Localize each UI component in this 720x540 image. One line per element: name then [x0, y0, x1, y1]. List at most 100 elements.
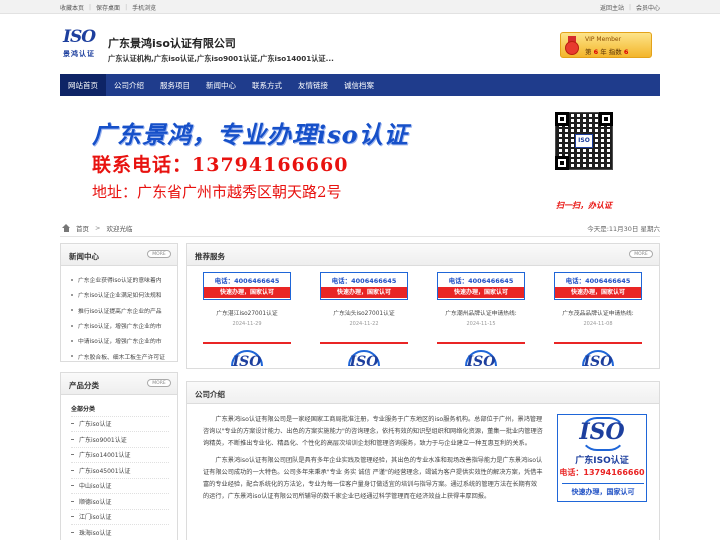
divider: |: [89, 3, 92, 11]
service-card[interactable]: 电话：4006466645 快速办理，国家认可 广东茂品品牌认证申请热线: 202…: [554, 272, 642, 327]
nav-contact[interactable]: 联系方式: [244, 74, 290, 96]
logo-sub-text: 景鸿认证: [63, 50, 95, 58]
qr-corner: [599, 112, 613, 126]
site-logo[interactable]: ISO 景鸿认证: [63, 28, 103, 68]
nav-news[interactable]: 新闻中心: [198, 74, 244, 96]
about-text: 广东景鸿iso认证有限公司是一家经国家工商局批准注册，专业服务于广东地区的iso…: [203, 414, 543, 509]
list-item[interactable]: 江门iso认证: [71, 510, 169, 525]
breadcrumb: 首页 > 欢迎光临 今天是:11月30日 星期六: [60, 221, 660, 235]
hero-banner: 广东景鸿，专业办理iso认证 联系电话：13794166660 地址：广东省广州…: [60, 108, 660, 212]
service-name[interactable]: 广东湛江iso27001认证: [203, 308, 291, 317]
service-image[interactable]: ISO: [554, 342, 642, 366]
news-more-button[interactable]: MORE: [147, 250, 171, 258]
qr-corner: [555, 112, 569, 126]
about-image-logo: ISO: [579, 419, 625, 445]
list-item[interactable]: 中山iso认证: [71, 479, 169, 494]
service-image[interactable]: ISO: [437, 342, 525, 366]
category-panel-header: 产品分类 MORE: [61, 373, 177, 395]
list-item[interactable]: 广东iso认证企业满足如何法规和: [71, 287, 169, 302]
list-item[interactable]: 广东企业获得iso认证的意味着内: [71, 272, 169, 287]
top-utility-bar: 收藏本页 | 保存桌面 | 手机浏览 返回主站 | 会员中心: [0, 0, 720, 14]
service-name[interactable]: 广东汕头iso27001认证: [320, 308, 408, 317]
service-image[interactable]: 电话：4006466645 快速办理，国家认可: [320, 272, 408, 300]
bookmark-link[interactable]: 收藏本页: [60, 3, 84, 12]
services-panel-header: 推荐服务 MORE: [187, 244, 659, 266]
main-site-link[interactable]: 返回主站: [600, 3, 624, 12]
about-image-title: 广东ISO认证: [575, 456, 629, 466]
about-panel-header: 公司介绍: [187, 382, 659, 404]
qr-caption: 扫一扫，办认证: [556, 201, 612, 210]
home-icon: [62, 224, 71, 232]
service-image[interactable]: ISO: [203, 342, 291, 366]
category-more-button[interactable]: MORE: [147, 379, 171, 387]
service-name[interactable]: 广东茂品品牌认证申请热线:: [554, 308, 642, 317]
about-image: ISO 广东ISO认证 电话：13794166660 快速办理，国家认可: [557, 414, 647, 502]
services-panel: 推荐服务 MORE 电话：4006466645 快速办理，国家认可 广东湛江iso…: [186, 243, 660, 369]
list-item[interactable]: 推行iso认证提高广东企业的产品: [71, 303, 169, 318]
service-date: 2024-11-15: [466, 321, 496, 327]
nav-credit[interactable]: 诚信档案: [336, 74, 382, 96]
current-date: 今天是:11月30日 星期六: [587, 225, 660, 233]
banner-address: 地址：广东省广州市越秀区朝天路2号: [92, 183, 342, 201]
divider: [60, 236, 660, 237]
about-panel-title: 公司介绍: [195, 390, 225, 399]
breadcrumb-home[interactable]: 首页: [76, 223, 89, 233]
services-more-button[interactable]: MORE: [629, 250, 653, 258]
news-panel: 新闻中心 MORE 广东企业获得iso认证的意味着内 广东iso认证企业满足如何…: [60, 243, 178, 362]
service-image[interactable]: 电话：4006466645 快速办理，国家认可: [554, 272, 642, 300]
news-list: 广东企业获得iso认证的意味着内 广东iso认证企业满足如何法规和 推行iso认…: [61, 266, 177, 364]
vip-title: VIP Member: [585, 36, 622, 43]
list-item[interactable]: 广东iso14001认证: [71, 448, 169, 463]
medal-icon: [565, 36, 579, 55]
service-image[interactable]: 电话：4006466645 快速办理，国家认可: [203, 272, 291, 300]
qr-corner: [555, 156, 569, 170]
about-image-phone: 电话：13794166660: [559, 468, 645, 477]
nav-home[interactable]: 网站首页: [60, 74, 106, 96]
list-item[interactable]: 广东iso45001认证: [71, 463, 169, 479]
top-right-links: 返回主站 | 会员中心: [600, 3, 660, 12]
about-paragraph: 广东景鸿iso认证有限公司团队是具有多年企业实践及管理经验，其出色的专业水准和现…: [203, 457, 543, 500]
member-center-link[interactable]: 会员中心: [636, 3, 660, 12]
list-item[interactable]: 顺德iso认证: [71, 494, 169, 510]
about-panel: 公司介绍 广东景鸿iso认证有限公司是一家经国家工商局批准注册，专业服务于广东地…: [186, 381, 660, 540]
service-name[interactable]: 广东潮州品牌认证申请热线:: [437, 308, 525, 317]
category-all[interactable]: 全部分类: [71, 401, 169, 417]
list-item[interactable]: 珠海iso认证: [71, 525, 169, 540]
nav-services[interactable]: 服务项目: [152, 74, 198, 96]
top-left-links: 收藏本页 | 保存桌面 | 手机浏览: [60, 3, 156, 12]
list-item[interactable]: 广东iso认证: [71, 417, 169, 432]
banner-title: 广东景鸿，专业办理iso认证: [92, 120, 409, 149]
company-name: 广东景鸿iso认证有限公司: [108, 37, 236, 50]
services-panel-title: 推荐服务: [195, 252, 225, 261]
list-item[interactable]: 中请iso认证，增强广东企业的市: [71, 333, 169, 348]
service-image[interactable]: ISO: [320, 342, 408, 366]
news-panel-title: 新闻中心: [69, 252, 99, 261]
about-paragraph: 广东景鸿iso认证有限公司是一家经国家工商局批准注册，专业服务于广东地区的iso…: [203, 416, 543, 447]
mobile-view-link[interactable]: 手机浏览: [132, 3, 156, 12]
nav-about[interactable]: 公司介绍: [106, 74, 152, 96]
service-card[interactable]: 电话：4006466645 快速办理，国家认可 广东潮州品牌认证申请热线: 202…: [437, 272, 525, 327]
category-panel-title: 产品分类: [69, 381, 99, 390]
save-desktop-link[interactable]: 保存桌面: [96, 3, 120, 12]
logo-iso-text: ISO: [63, 27, 96, 47]
about-image-slogan: 快速办理，国家认可: [562, 483, 644, 497]
news-panel-header: 新闻中心 MORE: [61, 244, 177, 266]
divider: |: [125, 3, 128, 11]
list-item[interactable]: 广东胶合板、细木工板生产许可证: [71, 348, 169, 363]
vip-years: 6: [593, 48, 599, 56]
qr-code: ISO 扫一扫，办认证: [555, 112, 613, 210]
service-image[interactable]: 电话：4006466645 快速办理，国家认可: [437, 272, 525, 300]
main-nav: 网站首页 公司介绍 服务项目 新闻中心 联系方式 友情链接 诚信档案: [60, 74, 660, 96]
service-card[interactable]: 电话：4006466645 快速办理，国家认可 广东湛江iso27001认证 20…: [203, 272, 291, 327]
service-card[interactable]: 电话：4006466645 快速办理，国家认可 广东汕头iso27001认证 20…: [320, 272, 408, 327]
vip-rank: 第 6 年 指数 6: [585, 48, 629, 56]
list-item[interactable]: 广东iso认证，增强广东企业的市: [71, 318, 169, 333]
nav-links[interactable]: 友情链接: [290, 74, 336, 96]
list-item[interactable]: 广东iso9001认证: [71, 432, 169, 448]
banner-phone: 联系电话：13794166660: [92, 154, 349, 176]
service-date: 2024-11-29: [232, 321, 262, 327]
breadcrumb-current: 欢迎光临: [106, 225, 133, 233]
category-panel: 产品分类 MORE 全部分类 广东iso认证 广东iso9001认证 广东iso…: [60, 372, 178, 540]
vip-badge: VIP Member 第 6 年 指数 6: [560, 32, 652, 58]
divider: |: [628, 3, 631, 11]
